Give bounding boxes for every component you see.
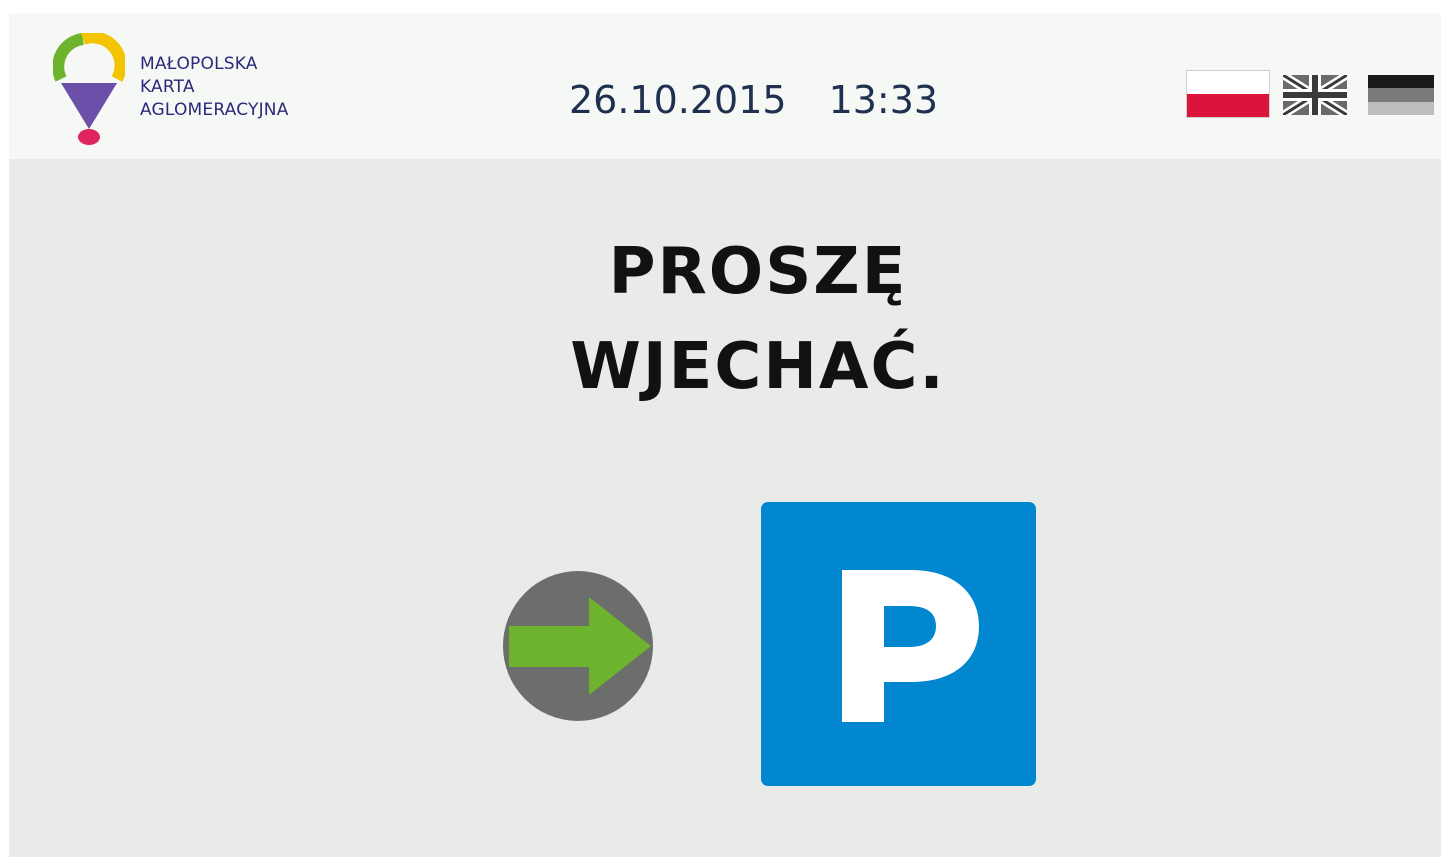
parking-letter bbox=[842, 570, 979, 722]
instruction-message: PROSZĘ WJECHAĆ. bbox=[9, 225, 1441, 415]
language-english-button[interactable] bbox=[1283, 75, 1347, 115]
message-line-2: WJECHAĆ. bbox=[570, 330, 946, 404]
logo-icon bbox=[53, 33, 125, 145]
logo-line-2: KARTA bbox=[140, 77, 195, 97]
logo-text: MAŁOPOLSKA KARTA AGLOMERACYJNA bbox=[140, 53, 340, 122]
message-line-1: PROSZĘ bbox=[608, 235, 908, 309]
uk-flag-icon bbox=[1283, 75, 1347, 115]
language-german-button[interactable] bbox=[1368, 75, 1434, 115]
germany-flag-icon bbox=[1368, 75, 1434, 89]
green-arrow-right-icon bbox=[503, 571, 653, 721]
time-label: 13:33 bbox=[828, 78, 939, 122]
logo-line-1: MAŁOPOLSKA bbox=[140, 54, 258, 74]
language-polish-button[interactable] bbox=[1186, 70, 1270, 118]
kiosk-screen: MAŁOPOLSKA KARTA AGLOMERACYJNA 26.10.201… bbox=[9, 13, 1441, 857]
header-bar: MAŁOPOLSKA KARTA AGLOMERACYJNA 26.10.201… bbox=[9, 13, 1441, 159]
logo-line-3: AGLOMERACYJNA bbox=[140, 100, 289, 120]
datetime-display: 26.10.2015 13:33 bbox=[569, 75, 938, 125]
date-label: 26.10.2015 bbox=[569, 78, 787, 122]
poland-flag-icon bbox=[1187, 71, 1269, 94]
parking-sign-icon bbox=[761, 502, 1036, 786]
